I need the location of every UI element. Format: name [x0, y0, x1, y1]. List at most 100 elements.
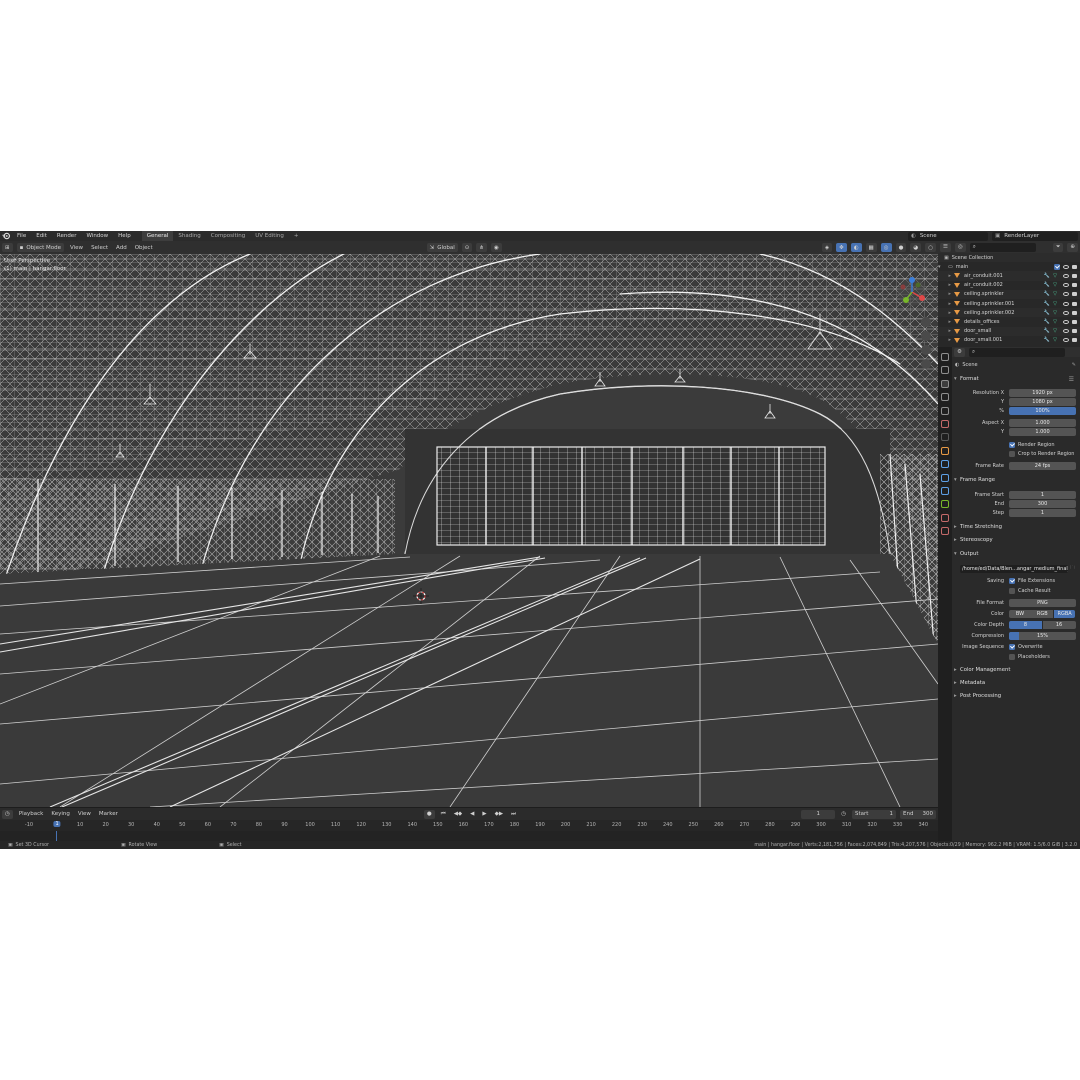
file-format-field[interactable]: PNG	[1009, 598, 1076, 607]
compression-slider[interactable]: 15%	[1009, 631, 1076, 640]
material-shading-button[interactable]: ◕	[910, 243, 922, 252]
add-workspace-button[interactable]: +	[289, 231, 304, 241]
output-path-field[interactable]: /home/ed/Data/Blen...angar_medium_final_	[960, 564, 1068, 573]
outliner-scene-collection[interactable]: ▣ Scene Collection	[938, 253, 1080, 263]
timeline-track[interactable]	[0, 831, 938, 841]
menu-object[interactable]: Object	[131, 245, 157, 251]
proportional-edit-toggle[interactable]: ◉	[490, 243, 502, 252]
mesh-data-icon[interactable]: ▽	[1053, 301, 1057, 307]
panel-metadata[interactable]: ▸ Metadata	[954, 680, 985, 686]
outliner-object-row[interactable]: ▸ details_offices 🔧 ▽	[938, 317, 1080, 326]
tab-compositing[interactable]: Compositing	[206, 231, 250, 241]
menu-keying[interactable]: Keying	[47, 811, 73, 817]
modifier-wrench-icon[interactable]: 🔧	[1044, 310, 1050, 316]
end-frame-field[interactable]: End 300	[900, 809, 936, 819]
use-preview-range-icon[interactable]: ◷	[837, 811, 850, 817]
display-mode-button[interactable]: ◎	[954, 242, 966, 252]
auto-key-toggle[interactable]: ●	[423, 809, 435, 819]
jump-start-icon[interactable]: ⏮	[437, 811, 450, 818]
overlay-toggle[interactable]: ◐	[850, 243, 862, 252]
modifier-wrench-icon[interactable]: 🔧	[1044, 301, 1050, 307]
tool-tab-icon[interactable]	[941, 353, 949, 361]
modifier-wrench-icon[interactable]: 🔧	[1044, 319, 1050, 325]
expand-arrow-icon[interactable]: ▸	[938, 310, 954, 316]
gizmo-toggle[interactable]: ✥	[836, 243, 847, 252]
aspect-y-field[interactable]: 1.000	[1009, 427, 1076, 436]
blender-logo-icon[interactable]	[0, 231, 12, 241]
render-camera-icon[interactable]	[1072, 310, 1077, 315]
render-camera-icon[interactable]	[1072, 292, 1077, 297]
expand-arrow-icon[interactable]: ▸	[938, 337, 954, 343]
prev-key-icon[interactable]: ◀◆	[450, 811, 466, 817]
modifier-wrench-icon[interactable]: 🔧	[1044, 337, 1050, 343]
menu-edit[interactable]: Edit	[31, 233, 52, 239]
new-collection-button[interactable]: ⊕	[1067, 242, 1078, 252]
modifier-wrench-icon[interactable]: 🔧	[1044, 282, 1050, 288]
render-camera-icon[interactable]	[1072, 283, 1077, 288]
timeline-editor-button[interactable]: ◷	[2, 809, 13, 819]
menu-window[interactable]: Window	[81, 233, 113, 239]
color-depth-option[interactable]: 8	[1009, 620, 1042, 629]
modifier-wrench-icon[interactable]: 🔧	[1044, 291, 1050, 297]
start-frame-field[interactable]: Start 1	[852, 809, 896, 819]
expand-arrow-icon[interactable]: ▸	[938, 319, 954, 325]
jump-end-icon[interactable]: ⏭	[507, 811, 520, 818]
outliner-object-row[interactable]: ▸ door_small.001 🔧 ▽	[938, 336, 1080, 345]
mesh-data-icon[interactable]: ▽	[1053, 310, 1057, 316]
pin-icon[interactable]: ✎	[1072, 362, 1076, 368]
particles-tab-icon[interactable]	[941, 473, 949, 482]
properties-search-input[interactable]: ⌕	[968, 347, 1065, 357]
panel-post-processing[interactable]: ▸ Post Processing	[954, 693, 1001, 699]
color-mode-option[interactable]: BW	[1009, 609, 1031, 618]
color-mode-option[interactable]: RGB	[1031, 609, 1054, 618]
expand-arrow-icon[interactable]: ▸	[938, 328, 954, 334]
rendered-shading-button[interactable]: ○	[925, 243, 936, 252]
frame-rate-field[interactable]: 24 fps	[1009, 461, 1076, 470]
scene-tab-icon[interactable]	[941, 406, 949, 415]
panel-format[interactable]: ▾ Format	[954, 376, 979, 382]
menu-view[interactable]: View	[66, 245, 87, 251]
cache-result-checkbox[interactable]: Cache Result	[1009, 587, 1051, 594]
scene-selector[interactable]: ◐ Scene	[908, 231, 988, 241]
outliner-object-row[interactable]: ▸ ceiling.sprinkler.001 🔧 ▽	[938, 299, 1080, 308]
color-mode-option[interactable]: RGBA	[1053, 609, 1076, 618]
modifier-wrench-icon[interactable]: 🔧	[1044, 328, 1050, 334]
exclude-checkbox[interactable]	[1054, 263, 1060, 270]
resolution-x-field[interactable]: 1920 px	[1009, 388, 1076, 397]
menu-marker[interactable]: Marker	[95, 811, 122, 817]
material-tab-icon[interactable]	[941, 513, 949, 522]
data-tab-icon[interactable]	[941, 500, 949, 509]
render-camera-icon[interactable]	[1072, 338, 1077, 343]
outliner-collection-main[interactable]: ▾ ▭ main	[938, 262, 1080, 271]
modifier-wrench-icon[interactable]: 🔧	[1044, 273, 1050, 279]
visibility-eye-icon[interactable]	[1063, 273, 1069, 278]
render-camera-icon[interactable]	[1072, 273, 1077, 278]
world-tab-icon[interactable]	[941, 420, 949, 428]
mesh-data-icon[interactable]: ▽	[1053, 319, 1057, 325]
outliner-object-row[interactable]: ▸ ceiling.sprinkler 🔧 ▽	[938, 289, 1080, 299]
outliner-search-input[interactable]: ⌕	[969, 242, 1036, 252]
resolution-percentage-field[interactable]: 100%	[1009, 406, 1076, 415]
visibility-eye-icon[interactable]	[1063, 329, 1069, 334]
outliner-object-row[interactable]: ▸ door_small 🔧 ▽	[938, 326, 1080, 336]
mesh-data-icon[interactable]: ▽	[1053, 273, 1057, 279]
expand-arrow-icon[interactable]: ▸	[938, 301, 954, 307]
timeline-ruler[interactable]: -10 1 10 20 30 40 50 60 70 80 90 100 110 120 130 140 150…	[0, 820, 938, 831]
expand-arrow-icon[interactable]: ▸	[938, 291, 954, 297]
visibility-eye-icon[interactable]	[1063, 319, 1069, 324]
visibility-eye-icon[interactable]	[1063, 264, 1069, 269]
overwrite-checkbox[interactable]: Overwrite	[1009, 643, 1043, 650]
mesh-data-icon[interactable]: ▽	[1053, 282, 1057, 288]
orientation-selector[interactable]: ⇲ Global	[426, 243, 458, 252]
frame-start-field[interactable]: 1	[1009, 490, 1076, 499]
menu-playback[interactable]: Playback	[15, 811, 48, 817]
expand-arrow-icon[interactable]: ▸	[938, 273, 954, 279]
next-key-icon[interactable]: ◆▶	[491, 811, 507, 817]
modifier-tab-icon[interactable]	[941, 460, 949, 469]
panel-color-management[interactable]: ▸ Color Management	[954, 667, 1010, 673]
visibility-eye-icon[interactable]	[1063, 292, 1069, 297]
outliner-object-row[interactable]: ▸ ceiling.sprinkler.002 🔧 ▽	[938, 308, 1080, 318]
mode-selector[interactable]: ▪ Object Mode	[16, 243, 64, 252]
3d-viewport[interactable]: User Perspective (1) main | hangar.floor	[0, 254, 938, 807]
aspect-x-field[interactable]: 1.000	[1009, 418, 1076, 427]
